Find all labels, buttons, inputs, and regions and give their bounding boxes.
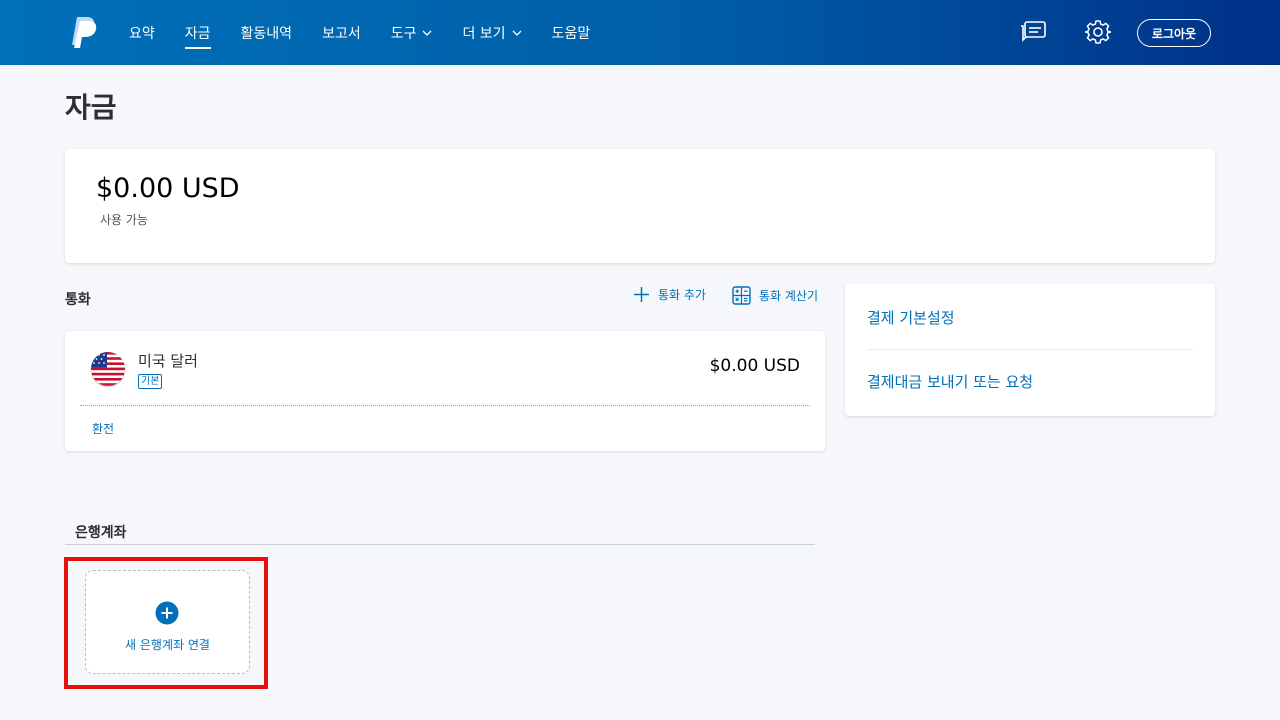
default-badge: 기본	[138, 374, 163, 389]
currency-name: 미국 달러	[138, 352, 198, 370]
send-request-payment-link[interactable]: 결제대금 보내기 또는 요청	[867, 371, 1033, 392]
nav-more[interactable]: 더 보기	[462, 0, 522, 65]
logout-button[interactable]: 로그아웃	[1137, 19, 1211, 47]
nav-reports[interactable]: 보고서	[322, 0, 361, 65]
nav-item-label: 더 보기	[462, 25, 506, 42]
add-bank-account-button[interactable]: 새 은행계좌 연결	[85, 570, 250, 674]
convert-currency-link[interactable]: 환전	[92, 420, 114, 437]
divider	[65, 544, 815, 545]
chevron-down-icon	[512, 30, 522, 36]
balance-card: $0.00 USD 사용 가능	[65, 149, 1215, 263]
currency-calculator-label: 통화 계산기	[759, 289, 819, 303]
balance-amount: $0.00 USD	[96, 173, 240, 204]
main-nav: 요약 자금 활동내역 보고서 도구 더 보기 도움말	[129, 0, 620, 65]
chevron-down-icon	[423, 30, 432, 36]
add-currency-button[interactable]: 통화 추가	[633, 286, 706, 303]
bank-section-title: 은행계좌	[75, 525, 127, 541]
currency-section-title: 통화	[65, 292, 91, 308]
nav-item-label: 도구	[390, 25, 417, 42]
payment-settings-link[interactable]: 결제 기본설정	[867, 307, 955, 328]
messages-icon[interactable]	[1019, 18, 1047, 46]
nav-money[interactable]: 자금	[184, 0, 211, 65]
balance-available-label: 사용 가능	[100, 213, 148, 227]
add-bank-account-label: 새 은행계좌 연결	[125, 638, 210, 652]
nav-summary[interactable]: 요약	[129, 0, 155, 65]
nav-tools[interactable]: 도구	[391, 0, 433, 65]
plus-icon	[634, 287, 649, 302]
currency-card: 미국 달러 기본 $0.00 USD 환전	[65, 331, 825, 451]
paypal-logo-icon[interactable]	[68, 15, 98, 49]
page-title: 자금	[65, 91, 117, 124]
divider	[867, 349, 1193, 350]
add-currency-label: 통화 추가	[658, 288, 706, 302]
quick-links-card: 결제 기본설정 결제대금 보내기 또는 요청	[845, 284, 1215, 416]
nav-activity[interactable]: 활동내역	[241, 0, 293, 65]
nav-item-label: 보고서	[322, 25, 361, 42]
gear-icon[interactable]	[1085, 18, 1111, 46]
currency-calculator-button[interactable]: 통화 계산기	[732, 286, 818, 305]
calculator-icon	[732, 286, 751, 305]
top-navigation-bar: 요약 자금 활동내역 보고서 도구 더 보기 도움말 로그아웃	[0, 0, 1280, 65]
currency-amount: $0.00 USD	[709, 356, 800, 376]
nav-item-label: 활동내역	[240, 25, 293, 42]
nav-item-label: 요약	[129, 25, 155, 42]
nav-help[interactable]: 도움말	[552, 0, 591, 65]
nav-item-label: 자금	[184, 25, 211, 42]
plus-circle-icon	[155, 601, 179, 625]
nav-item-label: 도움말	[551, 25, 591, 42]
us-flag-icon	[90, 352, 126, 388]
divider	[80, 405, 810, 406]
